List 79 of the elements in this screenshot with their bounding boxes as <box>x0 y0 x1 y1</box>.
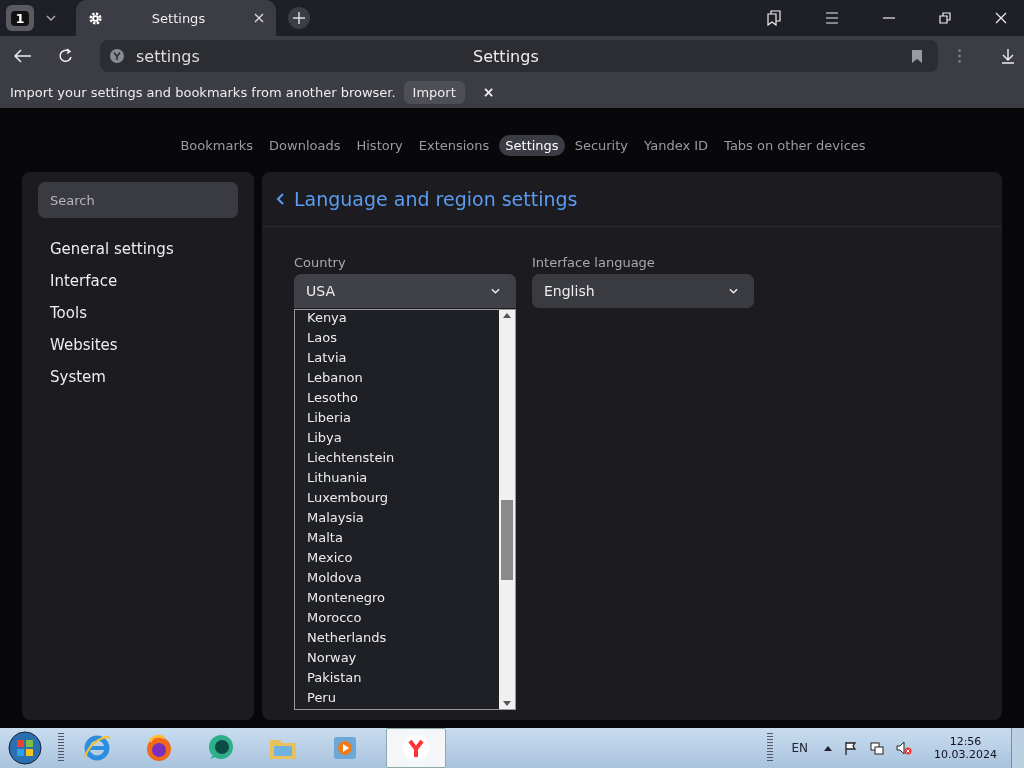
sidebar-item[interactable]: Websites <box>38 329 238 361</box>
search-field[interactable]: Search <box>38 182 238 218</box>
dropdown-option[interactable]: Lesotho <box>295 388 499 408</box>
tab-counter-button[interactable]: 1 <box>6 5 34 31</box>
field-label: Country <box>294 255 347 270</box>
dropdown-option[interactable]: Norway <box>295 648 499 668</box>
import-button[interactable]: Import <box>403 80 465 104</box>
page-title: Settings <box>472 46 540 66</box>
firefox-icon[interactable] <box>144 733 174 763</box>
start-button[interactable] <box>8 731 42 765</box>
dropdown-option[interactable]: Moldova <box>295 568 499 588</box>
reload-icon[interactable] <box>58 48 74 64</box>
dropdown-option[interactable]: Lithuania <box>295 468 499 488</box>
nav-tab[interactable]: Security <box>568 135 635 156</box>
caret-up-icon[interactable] <box>824 745 832 751</box>
dismiss-button[interactable]: × <box>476 83 501 101</box>
gear-icon <box>88 10 103 26</box>
nav-tab[interactable]: Extensions <box>412 135 496 156</box>
dropdown-option[interactable]: Luxembourg <box>295 488 499 508</box>
address-bar[interactable]: settings Settings <box>100 40 938 72</box>
dropdown-option[interactable]: Mexico <box>295 548 499 568</box>
back-chevron-icon[interactable] <box>276 193 284 205</box>
new-tab-icon[interactable] <box>288 7 310 29</box>
dropdown-option[interactable]: Latvia <box>295 348 499 368</box>
dropdown-option[interactable]: Pakistan <box>295 668 499 688</box>
close-icon[interactable] <box>254 13 264 23</box>
dropdown-option[interactable]: Liberia <box>295 408 499 428</box>
dropdown-option[interactable]: Lebanon <box>295 368 499 388</box>
nav-tab[interactable]: Yandex ID <box>638 135 715 156</box>
download-icon[interactable] <box>1001 48 1015 64</box>
nav-tab[interactable]: Tabs on other devices <box>718 135 872 156</box>
chevron-down-icon <box>491 288 500 294</box>
dropdown-option[interactable]: Kenya <box>295 310 499 328</box>
browser-logo-icon <box>110 49 124 63</box>
network-icon[interactable] <box>870 741 884 755</box>
dropdown-option[interactable]: Morocco <box>295 608 499 628</box>
sidebar-item[interactable]: System <box>38 361 238 393</box>
clock[interactable]: 12:56 10.03.2024 <box>934 735 997 761</box>
close-icon[interactable] <box>995 12 1007 24</box>
dropdown-option[interactable]: Libya <box>295 428 499 448</box>
nav-tab[interactable]: Bookmarks <box>174 135 260 156</box>
scroll-up-icon[interactable] <box>503 313 511 318</box>
date: 10.03.2024 <box>934 748 997 761</box>
scroll-down-icon[interactable] <box>503 701 511 706</box>
sidebar-item[interactable]: Tools <box>38 297 238 329</box>
dropdown-option[interactable]: Malta <box>295 528 499 548</box>
bookmarks-icon[interactable] <box>767 10 781 26</box>
chevron-down-icon <box>729 288 738 294</box>
field-label: Interface language <box>532 255 656 270</box>
dropdown[interactable]: English <box>532 274 754 308</box>
browser-logo-icon <box>401 733 431 763</box>
browser-tab[interactable]: Settings <box>76 0 276 36</box>
sidebar-item[interactable]: General settings <box>38 233 238 265</box>
browser-taskbar-button[interactable] <box>386 728 446 768</box>
more-icon[interactable] <box>958 49 961 63</box>
import-message: Import your settings and bookmarks from another browser. <box>10 84 396 100</box>
flag-icon[interactable] <box>844 741 858 755</box>
scrollbar-thumb[interactable] <box>501 500 513 580</box>
dropdown-option[interactable]: Netherlands <box>295 628 499 648</box>
sidebar-item[interactable]: Interface <box>38 265 238 297</box>
scrollbar[interactable] <box>499 310 515 709</box>
nav-tab[interactable]: History <box>350 135 409 156</box>
dropdown-option[interactable]: Malaysia <box>295 508 499 528</box>
bookmark-icon[interactable] <box>912 49 922 63</box>
dropdown-option[interactable]: Laos <box>295 328 499 348</box>
back-icon[interactable] <box>14 49 32 63</box>
time: 12:56 <box>949 735 982 748</box>
nav-tab[interactable]: Settings <box>499 135 565 156</box>
dropdown-option[interactable]: Peru <box>295 688 499 708</box>
muted-speaker-icon[interactable] <box>896 741 912 755</box>
chevron-down-icon[interactable] <box>46 15 56 21</box>
nav-tab[interactable]: Downloads <box>263 135 347 156</box>
dropdown[interactable]: USA <box>294 274 516 308</box>
section-title: Language and region settings <box>294 188 578 210</box>
dropdown-option[interactable]: Montenegro <box>295 588 499 608</box>
restore-icon[interactable] <box>939 12 951 24</box>
dropdown-option[interactable]: Liechtenstein <box>295 448 499 468</box>
menu-icon[interactable] <box>825 12 839 24</box>
language-indicator[interactable]: EN <box>791 741 808 755</box>
